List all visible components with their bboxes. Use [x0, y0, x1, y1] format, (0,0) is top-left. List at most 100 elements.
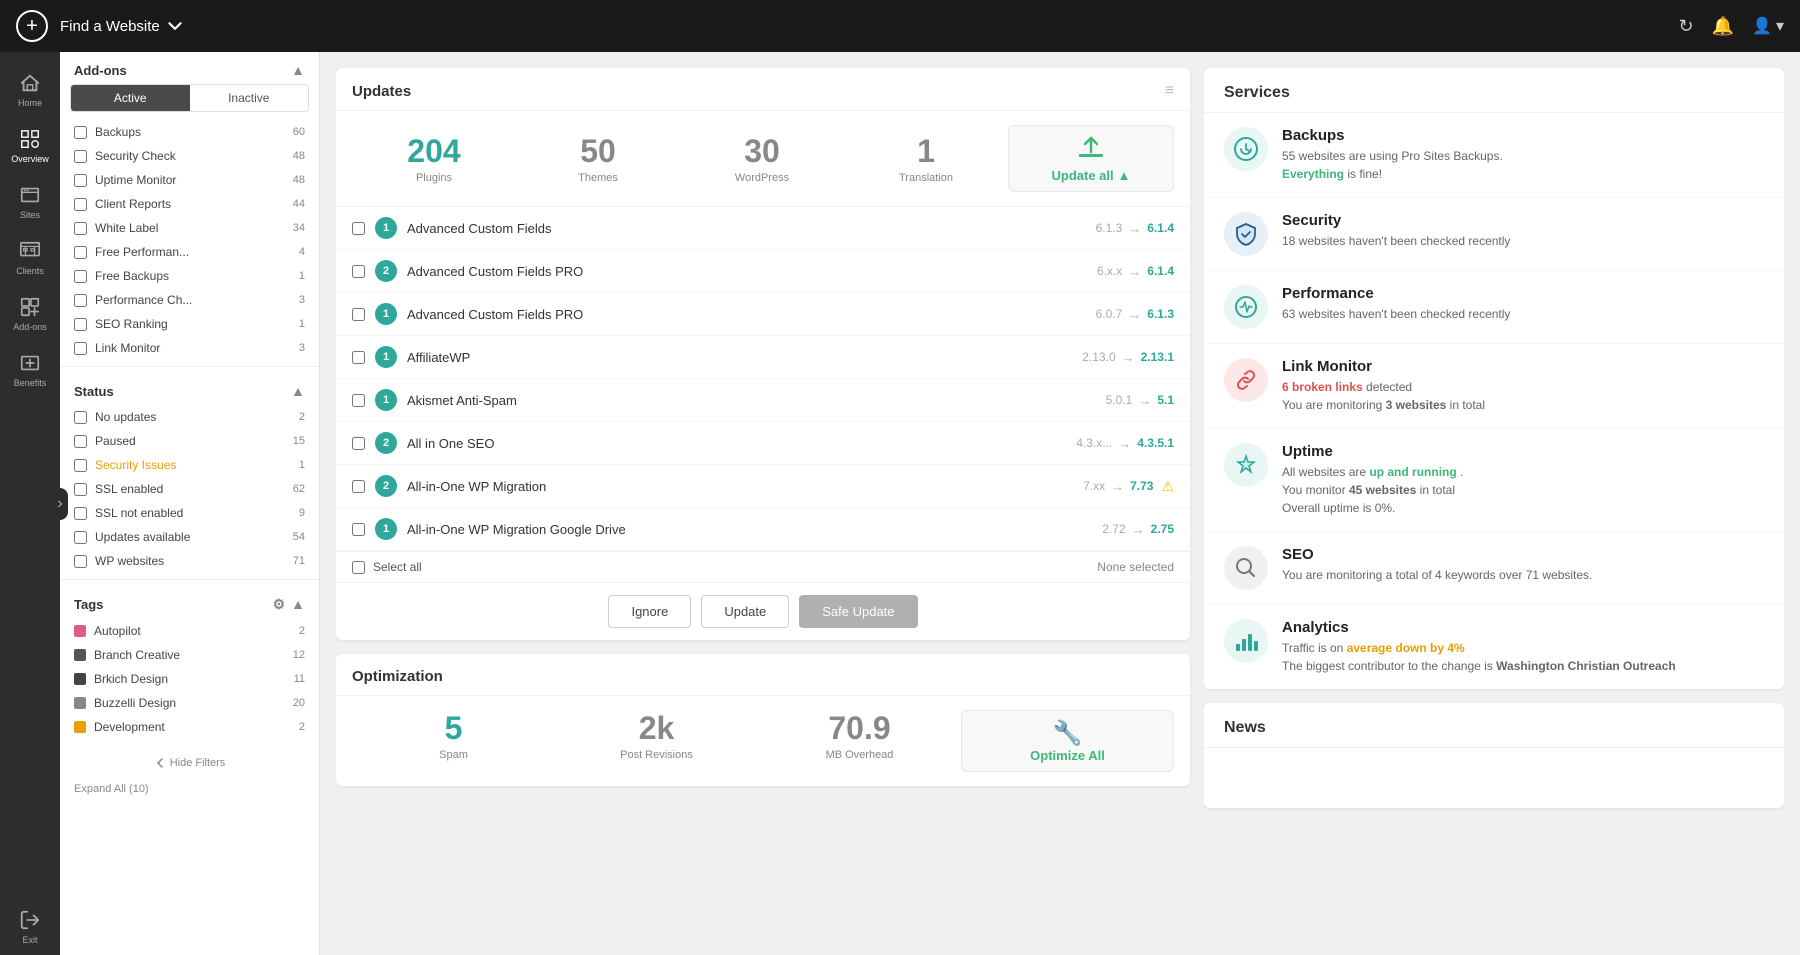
addon-label: Client Reports [95, 197, 293, 211]
home-icon [19, 72, 41, 94]
sidebar-status-item[interactable]: WP websites71 [60, 549, 319, 573]
select-all-label[interactable]: Select all [373, 560, 422, 574]
addons-collapse-btn[interactable]: ▲ [291, 62, 305, 78]
sidebar-addon-item[interactable]: Free Backups1 [60, 264, 319, 288]
addon-checkbox[interactable] [74, 222, 87, 235]
sidebar-status-item[interactable]: SSL enabled62 [60, 477, 319, 501]
addon-checkbox[interactable] [74, 150, 87, 163]
status-checkbox[interactable] [74, 411, 87, 424]
tab-inactive[interactable]: Inactive [190, 85, 309, 111]
safe-update-button[interactable]: Safe Update [799, 595, 917, 628]
sidebar-status-item[interactable]: Security Issues1 [60, 453, 319, 477]
addons-section-label: Add-ons [74, 63, 127, 78]
select-all-checkbox[interactable] [352, 561, 365, 574]
tags-collapse-btn[interactable]: ▲ [291, 596, 305, 613]
addon-checkbox[interactable] [74, 270, 87, 283]
sidebar-item-home[interactable]: Home [0, 62, 60, 118]
user-chevron-icon: ▾ [1776, 16, 1784, 36]
update-button[interactable]: Update [701, 595, 789, 628]
addon-label: Free Backups [95, 269, 299, 283]
status-label: No updates [95, 410, 299, 424]
sidebar-status-item[interactable]: Paused15 [60, 429, 319, 453]
sidebar-tag-item[interactable]: Autopilot2 [60, 619, 319, 643]
updates-menu-icon[interactable]: ≡ [1165, 82, 1174, 100]
exit-icon [19, 909, 41, 931]
status-checkbox[interactable] [74, 459, 87, 472]
plugin-checkbox[interactable] [352, 394, 365, 407]
tag-color-dot [74, 697, 86, 709]
plugin-badge: 1 [375, 518, 397, 540]
plugin-checkbox[interactable] [352, 351, 365, 364]
sidebar-addon-item[interactable]: Backups60 [60, 120, 319, 144]
sidebar-tag-item[interactable]: Development2 [60, 715, 319, 739]
expand-all-label[interactable]: Expand All (10) [60, 779, 319, 799]
sidebar-item-sites[interactable]: Sites [0, 174, 60, 230]
sidebar-tag-item[interactable]: Brkich Design11 [60, 667, 319, 691]
sidebar-addon-item[interactable]: Link Monitor3 [60, 336, 319, 360]
find-website-button[interactable]: Find a Website [60, 18, 182, 35]
spam-label: Spam [352, 749, 555, 761]
plugin-checkbox[interactable] [352, 480, 365, 493]
sidebar-item-addons[interactable]: Add-ons [0, 286, 60, 342]
addon-label: Backups [95, 125, 293, 139]
nav-collapse-arrow[interactable]: › [52, 488, 68, 520]
user-menu[interactable]: 👤 ▾ [1752, 16, 1784, 36]
sidebar-status-item[interactable]: SSL not enabled9 [60, 501, 319, 525]
ignore-button[interactable]: Ignore [608, 595, 691, 628]
status-count: 62 [293, 483, 305, 495]
arrow-right-icon: → [1122, 350, 1135, 365]
plugins-label: Plugins [356, 172, 512, 184]
hide-filters-btn[interactable]: Hide Filters [60, 747, 319, 779]
sidebar-tag-item[interactable]: Branch Creative12 [60, 643, 319, 667]
addon-checkbox[interactable] [74, 174, 87, 187]
update-all-box[interactable]: Update all ▲ [1008, 125, 1174, 192]
status-checkbox[interactable] [74, 555, 87, 568]
sidebar-item-clients[interactable]: Clients [0, 230, 60, 286]
addon-checkbox[interactable] [74, 126, 87, 139]
status-checkbox[interactable] [74, 507, 87, 520]
sidebar-addon-item[interactable]: Performance Ch...3 [60, 288, 319, 312]
bell-icon[interactable]: 🔔 [1712, 16, 1734, 37]
plugin-checkbox[interactable] [352, 308, 365, 321]
update-all-button[interactable]: Update all ▲ [1013, 134, 1169, 183]
sidebar-item-exit[interactable]: Exit [0, 899, 60, 955]
add-button[interactable]: + [16, 10, 48, 42]
plugin-checkbox[interactable] [352, 523, 365, 536]
sidebar-status-item[interactable]: No updates2 [60, 405, 319, 429]
service-description: 63 websites haven't been checked recentl… [1282, 305, 1764, 323]
sidebar-addon-item[interactable]: Free Performan...4 [60, 240, 319, 264]
tags-settings-btn[interactable]: ⚙ [273, 596, 286, 613]
addon-checkbox[interactable] [74, 246, 87, 259]
sidebar-addon-item[interactable]: Uptime Monitor48 [60, 168, 319, 192]
optimize-all-label[interactable]: Optimize All [1030, 748, 1105, 763]
addon-checkbox[interactable] [74, 198, 87, 211]
plugin-checkbox[interactable] [352, 265, 365, 278]
tab-active[interactable]: Active [71, 85, 190, 111]
left-nav-container: Home Overview Sites [0, 52, 60, 955]
sidebar-status-item[interactable]: Updates available54 [60, 525, 319, 549]
sidebar-addon-item[interactable]: White Label34 [60, 216, 319, 240]
service-name: Analytics [1282, 619, 1764, 636]
plugin-checkbox[interactable] [352, 222, 365, 235]
service-info: Performance 63 websites haven't been che… [1282, 285, 1764, 323]
status-collapse-btn[interactable]: ▲ [291, 383, 305, 399]
update-all-chevron: ▲ [1118, 168, 1131, 183]
sidebar-addon-item[interactable]: Security Check48 [60, 144, 319, 168]
addon-checkbox[interactable] [74, 294, 87, 307]
status-checkbox[interactable] [74, 531, 87, 544]
sidebar-addon-item[interactable]: SEO Ranking1 [60, 312, 319, 336]
optimize-icon: 🔧 [1030, 719, 1105, 748]
sidebar-item-benefits[interactable]: Benefits [0, 342, 60, 398]
optimize-all-box[interactable]: 🔧 Optimize All [961, 710, 1174, 772]
refresh-icon[interactable]: ↻ [1679, 16, 1694, 37]
addon-checkbox[interactable] [74, 318, 87, 331]
plugin-checkbox[interactable] [352, 437, 365, 450]
status-checkbox[interactable] [74, 483, 87, 496]
status-count: 9 [299, 507, 305, 519]
sidebar-tag-item[interactable]: Buzzelli Design20 [60, 691, 319, 715]
sidebar-item-overview[interactable]: Overview [0, 118, 60, 174]
status-count: 1 [299, 459, 305, 471]
status-checkbox[interactable] [74, 435, 87, 448]
sidebar-addon-item[interactable]: Client Reports44 [60, 192, 319, 216]
addon-checkbox[interactable] [74, 342, 87, 355]
